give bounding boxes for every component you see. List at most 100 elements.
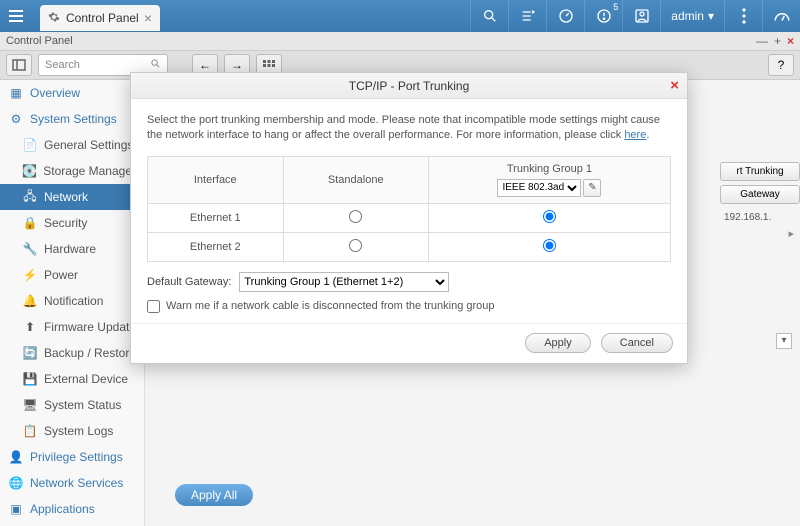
sidebar-item-applications[interactable]: ▣ Applications xyxy=(0,496,144,522)
sidebar-item-system-settings[interactable]: ⚙ System Settings xyxy=(0,106,144,132)
globe-icon: 🌐 xyxy=(8,475,24,491)
modal-title-bar: TCP/IP - Port Trunking × xyxy=(131,73,687,99)
eth1-standalone-radio[interactable] xyxy=(349,210,362,223)
sidebar: ▦ Overview ⚙ System Settings 📄 General Se… xyxy=(0,80,145,526)
disk-icon: 💽 xyxy=(22,163,37,179)
sidebar-item-network[interactable]: 🖧 Network xyxy=(0,184,144,210)
minimize-icon[interactable]: — xyxy=(756,34,768,48)
eth2-group-radio[interactable] xyxy=(543,239,556,252)
eth2-standalone-radio[interactable] xyxy=(349,239,362,252)
cancel-button[interactable]: Cancel xyxy=(601,333,673,353)
sidebar-item-privilege[interactable]: 👤 Privilege Settings xyxy=(0,444,144,470)
apply-all-button[interactable]: Apply All xyxy=(175,484,253,506)
scroll-right-icon[interactable]: ▸ xyxy=(720,227,800,240)
gear-icon: ⚙ xyxy=(8,111,24,127)
port-trunking-button[interactable]: rt Trunking xyxy=(720,162,800,181)
eth1-group-radio[interactable] xyxy=(543,210,556,223)
chevron-down-icon: ▾ xyxy=(708,9,714,23)
sidebar-label: Hardware xyxy=(44,242,96,256)
help-button[interactable]: ? xyxy=(768,54,794,76)
sidebar-label: Notification xyxy=(44,294,103,308)
user-avatar-icon[interactable] xyxy=(622,0,660,32)
dashboard-icon[interactable] xyxy=(546,0,584,32)
gateway-label: Default Gateway: xyxy=(147,276,231,288)
close-icon[interactable]: × xyxy=(670,77,679,94)
warn-label: Warn me if a network cable is disconnect… xyxy=(166,300,495,312)
sidebar-label: Power xyxy=(44,268,78,282)
close-icon[interactable]: × xyxy=(144,10,152,26)
maximize-icon[interactable]: + xyxy=(774,34,781,48)
sidebar-item-overview[interactable]: ▦ Overview xyxy=(0,80,144,106)
col-standalone: Standalone xyxy=(283,156,428,203)
table-row: Ethernet 2 xyxy=(148,232,671,261)
power-icon: ⚡ xyxy=(22,267,38,283)
info-link[interactable]: here xyxy=(624,129,646,141)
user-icon: 👤 xyxy=(8,449,24,465)
notif-badge: 5 xyxy=(613,2,618,12)
sidebar-label: Backup / Restore xyxy=(44,346,136,360)
network-icon: 🖧 xyxy=(22,189,38,205)
sidebar-label: System Settings xyxy=(30,112,117,126)
ip-text: 192.168.1. xyxy=(720,208,800,227)
sidebar-label: Network xyxy=(44,190,88,204)
dropdown-icon[interactable]: ▾ xyxy=(776,333,792,349)
sidebar-item-hardware[interactable]: 🔧 Hardware xyxy=(0,236,144,262)
browser-tab[interactable]: Control Panel × xyxy=(40,5,160,31)
sidebar-item-status[interactable]: 🖥System Status xyxy=(0,392,144,418)
usb-icon: 💾 xyxy=(22,371,38,387)
tab-label: Control Panel xyxy=(66,11,139,25)
sidebar-label: Privilege Settings xyxy=(30,450,123,464)
sidebar-item-notification[interactable]: 🔔 Notification xyxy=(0,288,144,314)
more-icon[interactable] xyxy=(724,0,762,32)
sidebar-item-external[interactable]: 💾External Device xyxy=(0,366,144,392)
sidebar-label: System Logs xyxy=(44,424,113,438)
info-text-body: Select the port trunking membership and … xyxy=(147,114,660,141)
notifications-icon[interactable]: 5 xyxy=(584,0,622,32)
background-panel-peek: rt Trunking Gateway 192.168.1. ▸ ▾ xyxy=(720,82,800,349)
warn-checkbox[interactable] xyxy=(147,300,160,313)
sidebar-item-network-services[interactable]: 🌐 Network Services xyxy=(0,470,144,496)
backup-icon: 🔄 xyxy=(22,345,38,361)
sidebar-item-power[interactable]: ⚡ Power xyxy=(0,262,144,288)
doc-icon: 📄 xyxy=(22,137,38,153)
search-placeholder: Search xyxy=(45,59,80,71)
user-menu[interactable]: admin ▾ xyxy=(660,0,724,32)
interface-name: Ethernet 2 xyxy=(148,232,284,261)
close-window-icon[interactable]: × xyxy=(787,34,794,48)
table-row: Ethernet 1 xyxy=(148,203,671,232)
gauge-icon[interactable] xyxy=(762,0,800,32)
modal-title: TCP/IP - Port Trunking xyxy=(349,79,470,93)
sidebar-label: Applications xyxy=(30,502,95,516)
port-trunking-modal: TCP/IP - Port Trunking × Select the port… xyxy=(130,72,688,364)
menu-icon[interactable] xyxy=(0,0,32,32)
sidebar-item-backup[interactable]: 🔄 Backup / Restore xyxy=(0,340,144,366)
user-name: admin xyxy=(671,9,704,23)
sidebar-label: Network Services xyxy=(30,476,123,490)
sidebar-label: Overview xyxy=(30,86,80,100)
edit-icon[interactable]: ✎ xyxy=(583,179,601,197)
bell-icon: 🔔 xyxy=(22,293,38,309)
search-icon[interactable] xyxy=(470,0,508,32)
overview-icon: ▦ xyxy=(8,85,24,101)
tasks-icon[interactable] xyxy=(508,0,546,32)
sidebar-label: Security xyxy=(44,216,87,230)
chip-icon: 🔧 xyxy=(22,241,38,257)
apply-button[interactable]: Apply xyxy=(525,333,591,353)
window-title: Control Panel xyxy=(6,35,73,47)
apps-icon: ▣ xyxy=(8,501,24,517)
log-icon: 📋 xyxy=(22,423,38,439)
col-interface: Interface xyxy=(148,156,284,203)
sidebar-item-security[interactable]: 🔒Security xyxy=(0,210,144,236)
sidebar-item-logs[interactable]: 📋 System Logs xyxy=(0,418,144,444)
sidebar-item-storage[interactable]: 💽Storage Manager xyxy=(0,158,144,184)
trunking-mode-select[interactable]: IEEE 802.3ad xyxy=(497,179,581,197)
sidebar-label: General Settings xyxy=(44,138,133,152)
sidebar-item-firmware[interactable]: ⬆Firmware Update xyxy=(0,314,144,340)
sidebar-item-general[interactable]: 📄 General Settings xyxy=(0,132,144,158)
sidebar-toggle-button[interactable] xyxy=(6,54,32,76)
gear-icon xyxy=(48,11,60,26)
group-label: Trunking Group 1 xyxy=(507,163,592,175)
default-gateway-select[interactable]: Trunking Group 1 (Ethernet 1+2) xyxy=(239,272,449,292)
trunking-table: Interface Standalone Trunking Group 1 IE… xyxy=(147,156,671,262)
gateway-header: Gateway xyxy=(720,185,800,204)
